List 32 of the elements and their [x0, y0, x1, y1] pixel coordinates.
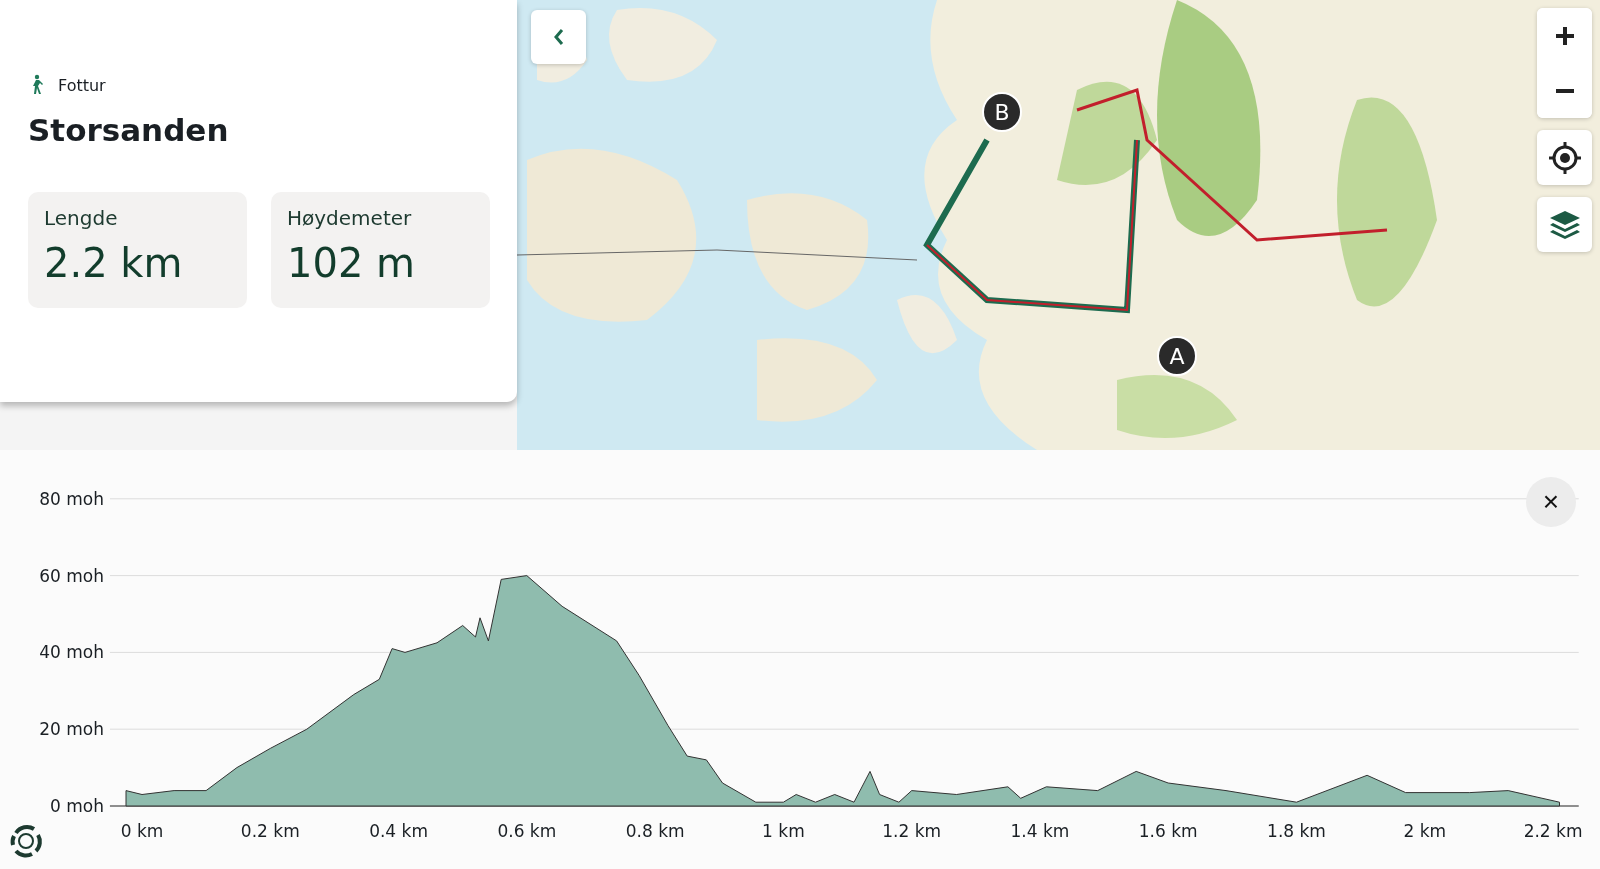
- x-axis-label: 2.2 km: [1523, 821, 1583, 841]
- y-axis-label: 80 moh: [39, 488, 104, 509]
- x-axis-label: 0.6 km: [497, 821, 557, 841]
- stat-label: Lengde: [44, 206, 119, 230]
- activity-label: Fottur: [58, 75, 106, 95]
- route-title: Storsanden: [28, 112, 230, 148]
- crosshair-icon: [1547, 140, 1582, 175]
- plus-icon: [1553, 24, 1576, 47]
- y-axis-label: 0 moh: [50, 796, 104, 816]
- x-axis-label: 0.8 km: [625, 821, 685, 841]
- zoom-out-button[interactable]: [1537, 63, 1592, 118]
- x-axis-label: 1.4 km: [1010, 821, 1070, 841]
- x-axis-label: 0.4 km: [369, 821, 428, 841]
- layers-button[interactable]: [1537, 197, 1592, 252]
- minus-icon: [1553, 87, 1576, 94]
- x-axis-label: 1.2 km: [882, 821, 942, 841]
- close-button[interactable]: ×: [1526, 477, 1576, 527]
- x-axis-label: 1.6 km: [1138, 821, 1198, 841]
- y-axis-label: 40 moh: [39, 642, 104, 663]
- stat-value: 2.2 km: [44, 240, 184, 286]
- locate-button[interactable]: [1537, 130, 1592, 185]
- x-axis-label: 1 km: [762, 821, 805, 841]
- x-axis-label: 1.8 km: [1267, 821, 1326, 841]
- stat-label: Høydemeter: [287, 206, 413, 230]
- x-axis-label: 0.2 km: [240, 821, 300, 841]
- zoom-in-button[interactable]: [1537, 8, 1592, 63]
- chevron-left-icon: [552, 28, 565, 46]
- stat-value: 102 m: [287, 240, 417, 286]
- y-axis-label: 20 moh: [39, 719, 104, 740]
- x-axis-label: 2 km: [1403, 821, 1447, 841]
- x-axis-label: 0 km: [120, 821, 164, 841]
- y-axis-label: 60 moh: [39, 565, 104, 586]
